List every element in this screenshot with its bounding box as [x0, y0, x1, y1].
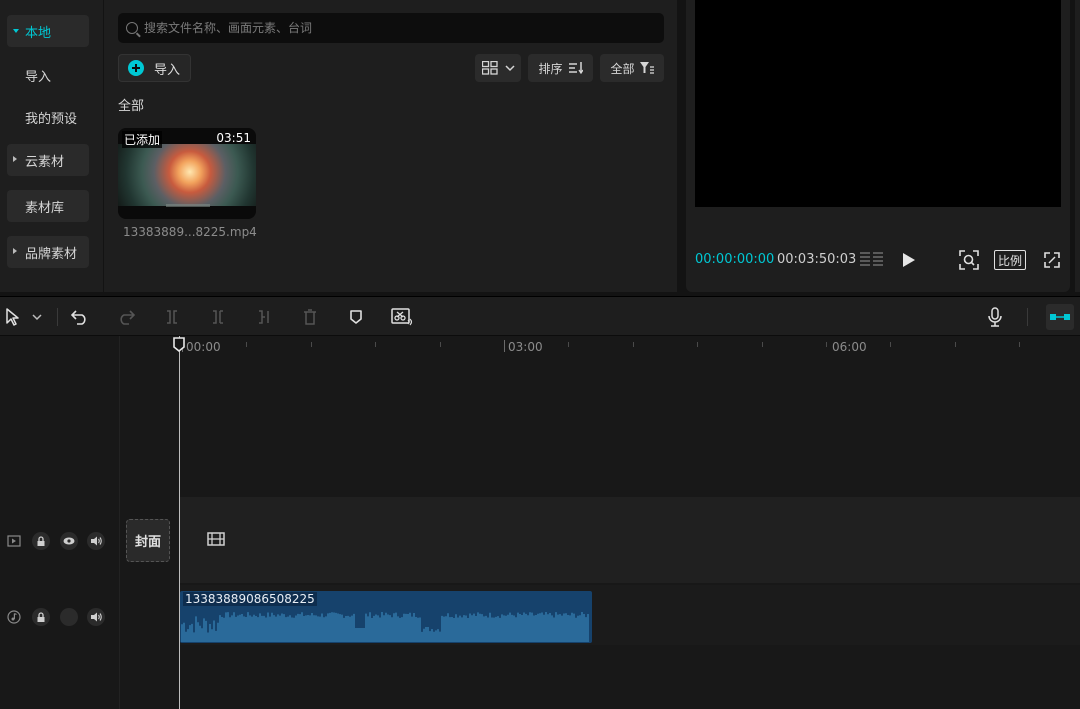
media-panel: 导入 排序 全部: [104, 0, 677, 292]
chevron-down-icon: [504, 65, 515, 72]
speaker-icon[interactable]: [87, 532, 105, 550]
marker-icon[interactable]: [344, 305, 368, 329]
ruler-minor-tick: [1019, 342, 1020, 347]
audio-clip[interactable]: 13383889086508225: [180, 591, 592, 643]
sidebar-item-my-presets[interactable]: 我的预设: [7, 101, 89, 133]
track-headers: [0, 336, 120, 709]
ruler-minor-tick: [826, 342, 827, 347]
timeline[interactable]: 00:00 03:00 06:00 封面 13383889086508225: [0, 336, 1080, 709]
eye-icon[interactable]: [60, 532, 78, 550]
playhead-line: [179, 336, 180, 709]
caret-right-icon: [13, 248, 17, 254]
expand-icon[interactable]: [1042, 250, 1062, 270]
audio-waveform: [181, 612, 589, 642]
select-cursor-icon[interactable]: [0, 305, 24, 329]
media-file-name: 13383889...8225.mp4: [123, 225, 257, 239]
chevron-down-icon[interactable]: [27, 305, 47, 329]
undo-icon[interactable]: [68, 305, 92, 329]
sidebar-item-label: 导入: [25, 69, 52, 85]
preview-screen[interactable]: [695, 0, 1061, 207]
lock-icon[interactable]: [32, 532, 50, 550]
ruler-minor-tick: [311, 342, 312, 347]
cover-label: 封面: [134, 535, 161, 550]
total-timecode: 00:03:50:03: [777, 252, 857, 267]
import-button[interactable]: 导入: [118, 54, 191, 82]
media-sidebar: 本地 导入 我的预设 云素材 素材库 品牌素材: [0, 0, 103, 292]
sort-button[interactable]: 排序: [528, 54, 593, 82]
sidebar-item-local[interactable]: 本地: [7, 15, 89, 47]
search-input[interactable]: [144, 21, 654, 35]
ratio-label: 比例: [997, 253, 1022, 268]
auto-edit-icon[interactable]: [389, 305, 415, 329]
film-icon: [206, 531, 226, 547]
ruler-time-label: 06:00: [832, 340, 867, 354]
ruler-minor-tick: [955, 342, 956, 347]
search-icon: [126, 22, 138, 34]
sidebar-item-label: 云素材: [25, 154, 65, 170]
caret-right-icon: [13, 156, 17, 162]
sidebar-item-label: 本地: [25, 25, 52, 41]
sidebar-item-label: 品牌素材: [25, 246, 78, 262]
sidebar-item-label: 素材库: [25, 200, 65, 216]
split-right-icon[interactable]: [252, 305, 276, 329]
empty-slot: [60, 608, 78, 626]
link-toggle-icon[interactable]: [1046, 304, 1074, 330]
split-icon[interactable]: [160, 305, 184, 329]
sidebar-item-brand[interactable]: 品牌素材: [7, 236, 89, 268]
grid-view-icon: [481, 61, 498, 75]
top-area: 本地 导入 我的预设 云素材 素材库 品牌素材 导入: [0, 0, 1080, 296]
preview-panel: 00:00:00:00 00:03:50:03 比例: [686, 0, 1070, 292]
delete-icon[interactable]: [298, 305, 322, 329]
main-video-track[interactable]: [180, 497, 1080, 583]
ruler-minor-tick: [762, 342, 763, 347]
ruler-minor-tick: [375, 342, 376, 347]
audio-track-icon: [5, 608, 23, 626]
section-label: 全部: [118, 99, 145, 114]
caret-down-icon: [13, 29, 19, 33]
view-mode-button[interactable]: [475, 54, 521, 82]
aspect-ratio-button[interactable]: 比例: [994, 250, 1026, 270]
sort-icon: [568, 62, 583, 74]
thumbnail-image: [118, 144, 256, 206]
sidebar-item-cloud[interactable]: 云素材: [7, 144, 89, 176]
lock-icon[interactable]: [32, 608, 50, 626]
sidebar-item-library[interactable]: 素材库: [7, 190, 89, 222]
ruler-time-label: 03:00: [508, 340, 543, 354]
sidebar-item-import[interactable]: 导入: [7, 59, 89, 91]
filter-button[interactable]: 全部: [600, 54, 664, 82]
ruler-time-label: 00:00: [186, 340, 221, 354]
play-icon[interactable]: [899, 250, 919, 270]
waveform-list-icon[interactable]: [858, 250, 886, 270]
ruler-minor-tick: [633, 342, 634, 347]
ruler-minor-tick: [568, 342, 569, 347]
filter-icon: [639, 62, 654, 74]
media-thumbnail[interactable]: 已添加 03:51: [118, 128, 256, 219]
time-ruler[interactable]: 00:00 03:00 06:00: [120, 336, 1080, 358]
timeline-toolbar: [0, 296, 1080, 336]
filter-label: 全部: [610, 61, 635, 76]
sidebar-item-label: 我的预设: [25, 111, 78, 127]
sort-label: 排序: [538, 61, 563, 76]
speaker-icon[interactable]: [87, 608, 105, 626]
import-label: 导入: [154, 62, 181, 78]
current-timecode: 00:00:00:00: [695, 252, 775, 267]
right-panel-edge: [1075, 0, 1080, 292]
clip-duration: 03:51: [216, 131, 251, 145]
microphone-icon[interactable]: [983, 305, 1007, 329]
plus-circle-icon: [128, 60, 144, 76]
ruler-minor-tick: [890, 342, 891, 347]
added-badge: 已添加: [122, 131, 163, 148]
search-box[interactable]: [118, 13, 664, 43]
subtitle-strip: [166, 204, 210, 207]
redo-icon[interactable]: [114, 305, 138, 329]
ruler-minor-tick: [440, 342, 441, 347]
video-track-icon: [5, 532, 23, 550]
ruler-minor-tick: [697, 342, 698, 347]
cover-button[interactable]: 封面: [126, 519, 170, 562]
ruler-major-tick: [504, 340, 505, 352]
split-left-icon[interactable]: [206, 305, 230, 329]
playhead-handle-icon[interactable]: [173, 337, 185, 352]
fullscreen-zoom-icon[interactable]: [958, 249, 980, 271]
ruler-minor-tick: [246, 342, 247, 347]
